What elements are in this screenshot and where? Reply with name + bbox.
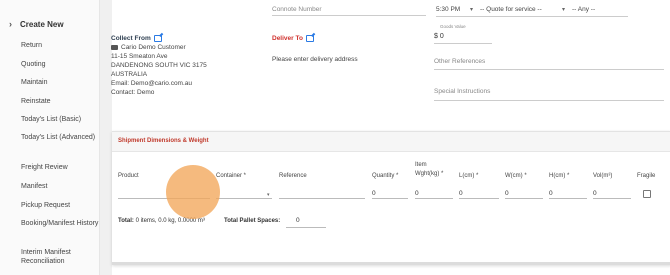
collect-from-suburb: DANDENONG SOUTH VIC 3175: [111, 62, 207, 69]
container-select[interactable]: [216, 189, 272, 199]
sidebar: › Create New Return Quoting Maintain Rei…: [0, 0, 100, 275]
sidebar-item-manifest[interactable]: Manifest: [21, 182, 99, 191]
sidebar-item-reinstate[interactable]: Reinstate: [21, 97, 99, 106]
deliver-to-title: Deliver To: [272, 35, 303, 42]
deliver-to-heading: Deliver To: [272, 35, 314, 42]
sidebar-item-quoting[interactable]: Quoting: [21, 60, 99, 69]
reference-input[interactable]: [279, 189, 365, 199]
time-select[interactable]: 5:30 PM: [436, 6, 460, 13]
collect-from-name: Cario Demo Customer: [111, 44, 186, 51]
weight-input[interactable]: [415, 189, 453, 199]
sidebar-item-freight-review[interactable]: Freight Review: [21, 163, 99, 172]
collect-from-street: 11-15 Smeaton Ave: [111, 53, 168, 60]
collect-from-country: AUSTRALIA: [111, 71, 148, 78]
collect-from-email: Email: Demo@cario.com.au: [111, 80, 193, 87]
shipment-card-header: Shipment Dimensions & Weight: [112, 132, 670, 152]
card-bottom-bar: [112, 262, 670, 265]
sidebar-item-maintain[interactable]: Maintain: [21, 78, 99, 87]
quote-dropdown-icon: ▾: [562, 7, 566, 13]
collect-from-heading: Collect From: [111, 35, 162, 42]
fragile-checkbox[interactable]: [643, 190, 651, 198]
height-input[interactable]: [549, 189, 587, 199]
width-input[interactable]: [505, 189, 543, 199]
sidebar-item-todays-list-basic[interactable]: Today's List (Basic): [21, 115, 99, 124]
column-height: H(cm) *: [549, 173, 570, 179]
create-new-label: Create New: [20, 19, 64, 29]
chevron-right-icon: ›: [9, 19, 12, 29]
collect-from-contact: Contact: Demo: [111, 89, 155, 96]
sidebar-item-pickup-request[interactable]: Pickup Request: [21, 201, 99, 210]
volume-input[interactable]: [593, 189, 631, 199]
edit-icon[interactable]: [305, 35, 314, 42]
pallet-spaces-input[interactable]: [286, 227, 326, 228]
weight-value: 0: [415, 190, 419, 197]
container-dropdown-icon: ▾: [267, 192, 270, 198]
volume-value: 0: [593, 190, 597, 197]
column-fragile: Fragile: [637, 173, 656, 179]
column-reference: Reference: [279, 173, 307, 179]
pallet-spaces-value: 0: [296, 217, 300, 224]
create-new-menu[interactable]: › Create New: [9, 19, 64, 29]
time-dropdown-icon: ▾: [470, 7, 474, 13]
sidebar-item-todays-list-advanced[interactable]: Today's List (Advanced): [21, 133, 99, 142]
column-width: W(cm) *: [505, 173, 527, 179]
length-input[interactable]: [459, 189, 499, 199]
column-container: Container *: [216, 173, 247, 179]
click-indicator: [166, 165, 220, 219]
main-content: Connote Number 5:30 PM ▾ -- Quote for se…: [100, 0, 670, 275]
quote-service-select[interactable]: -- Quote for service --: [480, 6, 542, 13]
special-instructions-underline: [434, 100, 664, 101]
truck-icon: [111, 45, 118, 50]
pallet-spaces-label: Total Pallet Spaces:: [224, 218, 281, 224]
collect-from-title: Collect From: [111, 35, 151, 42]
deliver-to-hint: Please enter delivery address: [272, 56, 358, 63]
goods-value-input[interactable]: $ 0: [434, 33, 444, 40]
goods-value-label: Goods Value: [440, 24, 466, 29]
collect-from-name-text: Cario Demo Customer: [121, 44, 186, 51]
column-volume: Vol(m³): [593, 173, 613, 179]
sidebar-item-return[interactable]: Return: [21, 41, 99, 50]
quantity-input[interactable]: [372, 189, 408, 199]
shipment-title: Shipment Dimensions & Weight: [118, 138, 209, 144]
column-item-weight-line1: Item: [415, 162, 427, 168]
column-product: Product: [118, 173, 139, 179]
length-value: 0: [459, 190, 463, 197]
column-length: L(cm) *: [459, 173, 479, 179]
special-instructions-input[interactable]: Special Instructions: [434, 88, 490, 95]
edit-icon[interactable]: [153, 35, 162, 42]
any-select[interactable]: -- Any --: [572, 6, 595, 13]
totals-label: Total:: [118, 218, 134, 224]
quantity-value: 0: [372, 190, 376, 197]
connote-number-input[interactable]: Connote Number: [272, 6, 426, 16]
column-item-weight-line2: Wght(kg) *: [415, 171, 444, 177]
width-value: 0: [505, 190, 509, 197]
height-value: 0: [549, 190, 553, 197]
sidebar-item-interim-manifest-reconciliation[interactable]: Interim Manifest Reconciliation: [21, 248, 99, 266]
other-references-underline: [434, 69, 664, 70]
sidebar-item-booking-manifest-history[interactable]: Booking/Manifest History: [21, 219, 99, 228]
column-quantity: Quantity *: [372, 173, 399, 179]
top-fields-underline: [436, 16, 628, 17]
other-references-input[interactable]: Other References: [434, 58, 485, 65]
goods-value-underline: [434, 43, 492, 44]
